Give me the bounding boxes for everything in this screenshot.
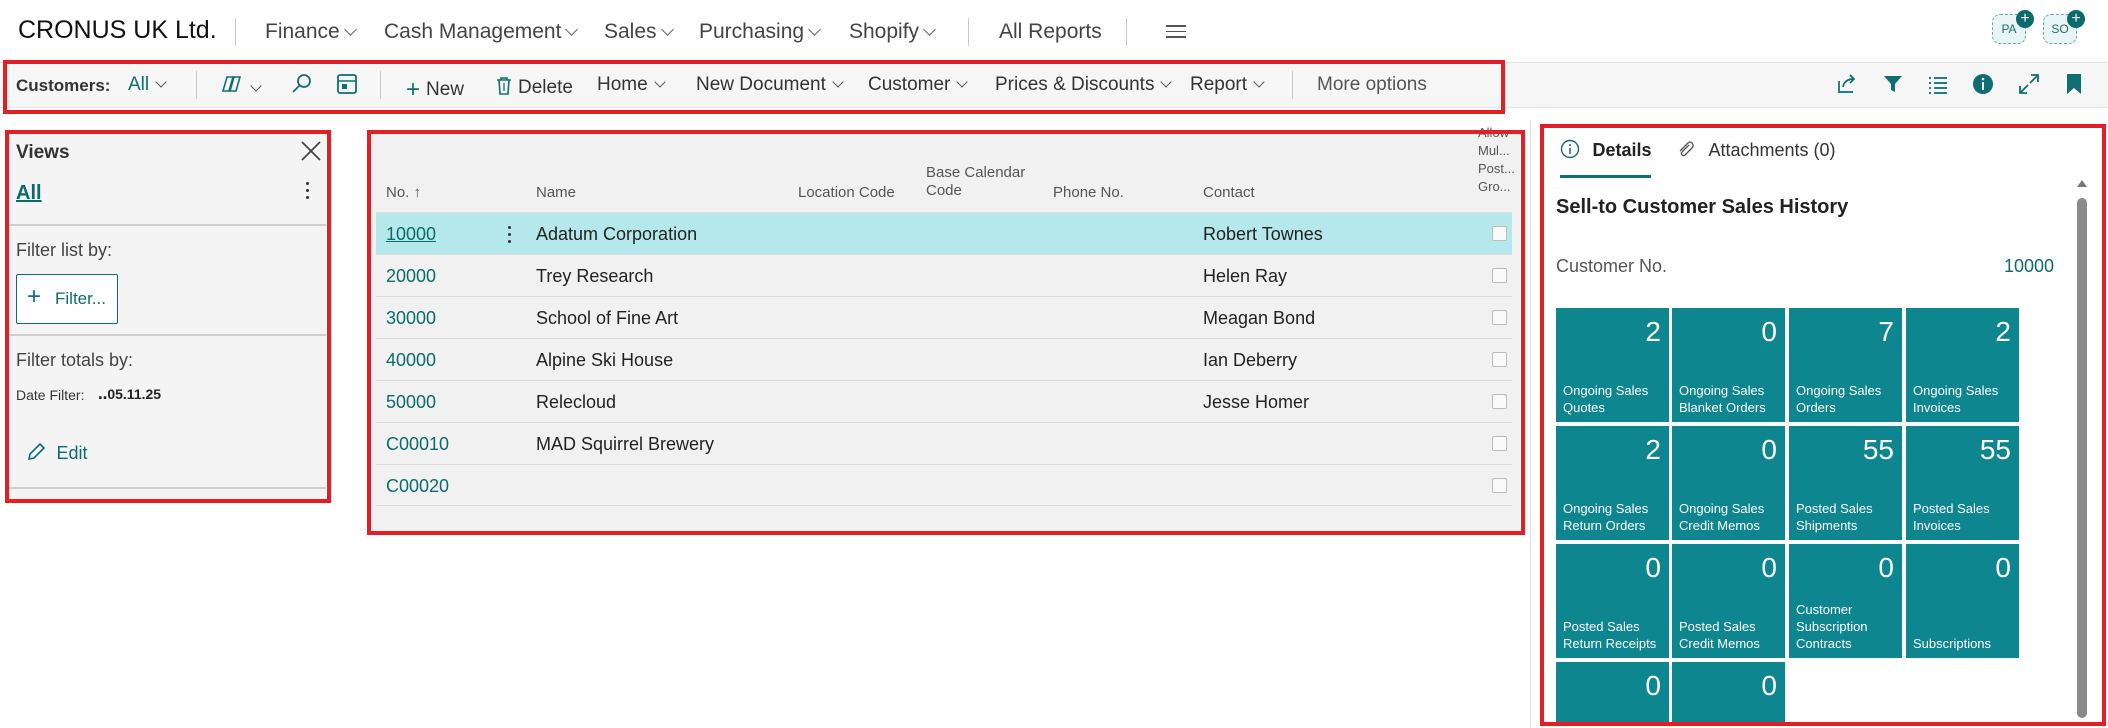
chevron-down-icon [565,23,579,36]
info-icon[interactable] [1972,73,1994,101]
highlight-box-action-bar [3,60,1505,114]
highlight-box-details-factbox [1540,124,2106,726]
nav-menu-cash-management[interactable]: Cash Management [384,20,579,44]
chevron-down-icon [923,23,936,36]
nav-menu-label: Finance [265,20,340,43]
top-navigation-bar: CRONUS UK Ltd. Finance Cash Management S… [0,0,2108,62]
chevron-down-icon [808,23,821,36]
nav-divider [235,18,236,46]
all-reports-link[interactable]: All Reports [999,20,1102,44]
nav-divider [1126,18,1127,46]
pane-divider [1530,120,1531,728]
chevron-down-icon [660,23,674,36]
bookmark-icon[interactable] [2065,73,2083,101]
avatar-pa[interactable]: PA + [1992,10,2034,44]
avatar-so[interactable]: SO + [2043,10,2085,44]
nav-menu-sales[interactable]: Sales [604,20,674,44]
expand-icon[interactable] [2018,73,2040,101]
company-name[interactable]: CRONUS UK Ltd. [18,16,217,45]
nav-menu-label: Sales [604,20,657,43]
nav-divider [968,18,969,46]
nav-menu-label: Shopify [849,20,920,43]
share-icon[interactable] [1836,73,1858,101]
filter-icon[interactable] [1882,73,1904,101]
nav-menu-purchasing[interactable]: Purchasing [699,20,821,44]
chevron-down-icon [343,23,357,36]
list-view-icon[interactable] [1927,73,1949,101]
nav-menu-shopify[interactable]: Shopify [849,20,936,44]
hamburger-menu-icon[interactable] [1166,25,1186,42]
highlight-box-views-panel [5,130,331,503]
nav-menu-finance[interactable]: Finance [265,20,357,44]
nav-menu-label: Purchasing [699,20,805,43]
plus-icon: + [2067,10,2085,28]
plus-icon: + [2016,10,2034,28]
nav-menu-label: Cash Management [384,20,562,43]
highlight-box-customer-list [367,130,1525,535]
